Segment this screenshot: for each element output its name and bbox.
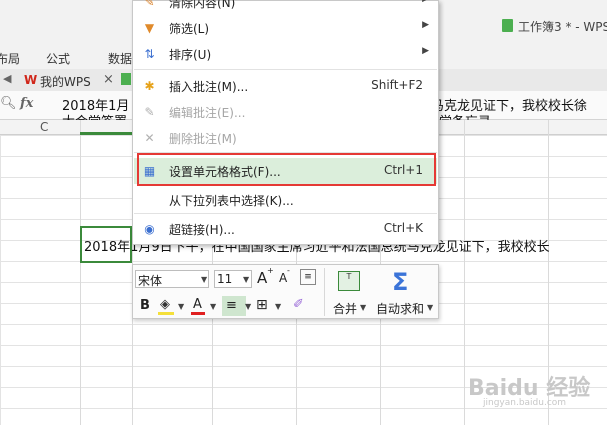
- workbook-icon: [502, 19, 513, 32]
- tab-data[interactable]: 数据: [108, 50, 132, 67]
- menu-separator: [134, 69, 437, 70]
- scroll-left-icon[interactable]: ◀: [3, 72, 11, 85]
- highlight-annotation-box: [137, 153, 436, 186]
- insert-comment-icon: ✱: [144, 79, 155, 93]
- fill-color-icon[interactable]: ◈: [160, 297, 170, 312]
- fill-color-swatch: [158, 312, 174, 315]
- toolbar-divider: [324, 268, 325, 316]
- align-center-icon: ≡: [226, 298, 237, 313]
- column-header-c[interactable]: C: [40, 120, 48, 134]
- shrink-font-button[interactable]: A: [279, 271, 287, 285]
- border-icon[interactable]: ⊞: [256, 297, 268, 313]
- tab-layout[interactable]: 布局: [0, 50, 20, 67]
- active-cell[interactable]: [80, 226, 132, 263]
- window-title: 工作簿3 * - WPS: [518, 20, 607, 34]
- grid-line: [464, 120, 465, 425]
- chevron-right-icon: ▶: [422, 46, 429, 56]
- grow-font-button[interactable]: A: [257, 269, 267, 287]
- hyperlink-icon: ◉: [144, 222, 155, 236]
- menu-item-pick-from-list[interactable]: 从下拉列表中选择(K)...: [134, 187, 437, 213]
- chevron-right-icon: ▶: [422, 20, 429, 30]
- menu-item-delete-comment: ✕ 删除批注(M): [134, 125, 437, 151]
- menu-separator: [134, 213, 437, 214]
- menu-item-sort[interactable]: ⇅ 排序(U) ▶: [134, 41, 437, 67]
- menu-item-filter[interactable]: ▼ 筛选(L) ▶: [134, 15, 437, 41]
- merge-icon[interactable]: T: [338, 271, 360, 291]
- watermark-url: jingyan.baidu.com: [483, 398, 567, 408]
- increase-icon: +: [267, 266, 274, 275]
- sort-icon: ⇅: [144, 47, 155, 61]
- menu-item-clear-contents[interactable]: ✎ 清除内容(N) ▶: [134, 0, 437, 15]
- delete-comment-icon: ✕: [144, 131, 155, 145]
- chevron-down-icon[interactable]: ▼: [201, 275, 207, 284]
- clear-format-icon[interactable]: ≡: [300, 269, 316, 285]
- sum-icon[interactable]: Σ: [392, 268, 408, 296]
- autosum-button[interactable]: 自动求和: [376, 300, 424, 317]
- tab-formulas[interactable]: 公式: [46, 50, 70, 67]
- font-color-swatch: [191, 312, 205, 315]
- tab-my-wps[interactable]: 我的WPS: [40, 73, 91, 90]
- chevron-down-icon[interactable]: ▼: [275, 302, 281, 311]
- merge-button[interactable]: 合并: [333, 300, 357, 317]
- selected-column-marker: [80, 132, 132, 135]
- chevron-right-icon: ▶: [422, 0, 429, 4]
- font-name-value: 宋体: [138, 274, 163, 288]
- menu-item-insert-comment[interactable]: ✱ 插入批注(M)... Shift+F2: [134, 73, 437, 99]
- chevron-down-icon[interactable]: ▼: [210, 302, 216, 311]
- font-color-button[interactable]: A: [193, 297, 202, 312]
- font-size-value: 11: [217, 272, 233, 286]
- menu-item-hyperlink[interactable]: ◉ 超链接(H)... Ctrl+K: [134, 216, 437, 242]
- edit-comment-icon: ✎: [144, 105, 155, 119]
- filter-icon: ▼: [144, 21, 155, 35]
- sheet-tab-icon[interactable]: [121, 73, 131, 85]
- close-icon[interactable]: ×: [103, 72, 114, 87]
- format-painter-icon[interactable]: ✐: [293, 297, 304, 312]
- chevron-down-icon[interactable]: ▼: [360, 303, 366, 312]
- chevron-down-icon[interactable]: ▼: [178, 302, 184, 311]
- grid-line: [80, 120, 81, 425]
- search-icon[interactable]: 🔍︎: [0, 96, 17, 111]
- menu-item-edit-comment: ✎ 编辑批注(E)...: [134, 99, 437, 125]
- chevron-down-icon[interactable]: ▼: [245, 302, 251, 311]
- bold-button[interactable]: B: [140, 298, 150, 313]
- wps-logo-icon: W: [24, 73, 38, 87]
- context-menu: ✎ 清除内容(N) ▶ ▼ 筛选(L) ▶ ⇅ 排序(U) ▶ ✱ 插入批注(M…: [132, 0, 439, 245]
- chevron-down-icon[interactable]: ▼: [243, 275, 249, 284]
- chevron-down-icon[interactable]: ▼: [427, 303, 433, 312]
- fx-icon[interactable]: fx: [20, 96, 33, 111]
- eraser-icon: ✎: [144, 0, 155, 9]
- decrease-icon: -: [287, 266, 290, 275]
